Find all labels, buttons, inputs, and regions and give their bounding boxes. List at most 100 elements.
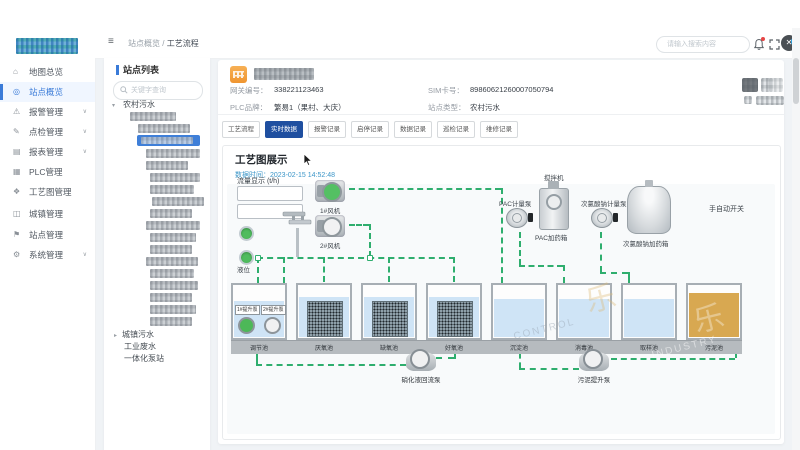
sidebar-item-report-mgmt[interactable]: ▤ 报表管理 ∨: [0, 142, 95, 162]
search-placeholder: 请输入搜索内容: [657, 37, 749, 52]
chevron-down-icon: ∨: [83, 142, 87, 162]
lift-pump-1: [238, 317, 255, 334]
tree-item-blurred[interactable]: [150, 233, 196, 242]
tree-item-blurred[interactable]: [146, 257, 198, 266]
status-light-level: [239, 250, 254, 265]
panel-title-bar: [116, 65, 119, 75]
tree-item-blurred[interactable]: [150, 173, 200, 182]
pipe: [519, 265, 563, 267]
tree-item-selected[interactable]: [137, 135, 200, 146]
site-badge-icon: [230, 66, 247, 83]
breadcrumb-separator: /: [162, 39, 164, 48]
tree-item-industrial-wastewater[interactable]: 工业废水: [124, 341, 156, 352]
map-icon: ⌂: [13, 62, 18, 82]
flow-value-input-1[interactable]: [237, 186, 303, 201]
sidebar-item-map-overview[interactable]: ⌂ 地图总览: [0, 62, 95, 82]
tree-root-label[interactable]: 农村污水: [123, 99, 155, 110]
gateway-id-label: 网关编号：: [230, 85, 268, 96]
chevron-down-icon: ∨: [83, 245, 87, 265]
tree-item-blurred[interactable]: [150, 209, 192, 218]
process-diagram-icon: ❖: [13, 182, 20, 202]
tank-sedimentation: [491, 283, 547, 340]
tank-water: [624, 299, 674, 337]
scrollbar-thumb[interactable]: [793, 58, 799, 104]
header-button-blurred[interactable]: [769, 78, 783, 92]
tab-realtime-data[interactable]: 实时数据: [265, 121, 303, 138]
naclo-coupling: [613, 213, 618, 222]
manifold-drop-pipe: [296, 228, 299, 257]
tank-label-sludge: 污泥池: [686, 343, 742, 352]
site-type-value: 农村污水: [470, 102, 500, 113]
tree-item-blurred[interactable]: [150, 293, 192, 302]
tree-expand-caret[interactable]: ▾: [112, 102, 115, 109]
tank-disinfection: [556, 283, 612, 340]
tree-item-blurred[interactable]: [146, 221, 200, 230]
tank-aerobic: [426, 283, 482, 340]
tab-data-records[interactable]: 数据记录: [394, 121, 432, 138]
tree-collapse-caret[interactable]: ▸: [114, 332, 117, 339]
process-diagram-title: 工艺图展示: [235, 152, 288, 167]
tree-item-blurred[interactable]: [152, 197, 204, 206]
tank-water: [559, 299, 609, 337]
tree-item-blurred[interactable]: [146, 161, 188, 170]
report-icon: ▤: [13, 142, 21, 162]
tree-item-town-sewage[interactable]: 城镇污水: [122, 329, 154, 340]
keyword-search-input[interactable]: 关键字查询: [113, 81, 203, 100]
gateway-id-value: 338221123463: [274, 85, 324, 94]
site-name-blurred: [254, 68, 314, 80]
plc-brand-value: 繁易1（果村、大庆）: [274, 102, 346, 113]
site-overview-icon: ◎: [13, 82, 20, 102]
pipe: [256, 364, 406, 366]
site-mgmt-icon: ⚑: [13, 225, 20, 245]
pipe-node: [255, 255, 261, 261]
header-chip-blurred: [744, 96, 752, 104]
tab-alarm-records[interactable]: 报警记录: [308, 121, 346, 138]
header-button-blurred[interactable]: [742, 78, 758, 92]
pipe: [256, 353, 258, 364]
tree-item-blurred[interactable]: [130, 112, 176, 121]
site-badge-glyph: [233, 71, 244, 78]
app-logo: [16, 38, 78, 54]
tree-item-blurred[interactable]: [150, 305, 196, 314]
tab-repair-records[interactable]: 维修记录: [480, 121, 518, 138]
pipe: [519, 232, 521, 265]
tab-inspection-records[interactable]: 巡检记录: [437, 121, 475, 138]
sidebar-item-alarm-mgmt[interactable]: ⚠ 报警管理 ∨: [0, 102, 95, 122]
pac-coupling: [528, 213, 533, 222]
sludge-pump-label: 污泥提升泵: [564, 374, 624, 384]
tree-item-blurred[interactable]: [146, 149, 200, 158]
tab-process-flow[interactable]: 工艺流程: [222, 121, 260, 138]
sidebar-item-town-mgmt[interactable]: ◫ 城镇管理: [0, 204, 95, 224]
tree-item-blurred[interactable]: [150, 185, 194, 194]
fullscreen-icon[interactable]: [769, 39, 780, 50]
breadcrumb-section[interactable]: 站点概览: [128, 39, 160, 48]
sidebar-item-site-mgmt[interactable]: ⚑ 站点管理: [0, 225, 95, 245]
sidebar: ⌂ 地图总览 ◎ 站点概览 ⚠ 报警管理 ∨ ✎ 点检管理 ∨ ▤ 报表管理 ∨…: [0, 28, 96, 450]
sidebar-item-site-overview[interactable]: ◎ 站点概览: [0, 82, 95, 102]
tree-item-blurred[interactable]: [150, 317, 192, 326]
tree-item-blurred[interactable]: [150, 245, 192, 254]
sim-value: 89860621260007050794: [470, 85, 553, 94]
inspection-icon: ✎: [13, 122, 20, 142]
lift-pump-2: [264, 317, 281, 334]
fan-2-blade: [322, 217, 342, 237]
tree-item-blurred[interactable]: [138, 124, 190, 133]
global-search-input[interactable]: 请输入搜索内容: [656, 36, 750, 53]
sidebar-item-system-mgmt[interactable]: ⚙ 系统管理 ∨: [0, 245, 95, 265]
sidebar-collapse-icon[interactable]: ≡: [108, 36, 114, 47]
pipe: [563, 265, 565, 283]
system-icon: ⚙: [13, 245, 20, 265]
process-diagram-card: 工艺图展示 数据时间：2023-02-15 14:52:48 流量显示 (t/h…: [222, 145, 781, 440]
notification-badge: [761, 37, 765, 41]
sidebar-item-inspection-mgmt[interactable]: ✎ 点检管理 ∨: [0, 122, 95, 142]
sludge-pump: [579, 348, 609, 372]
sidebar-item-process-diagram-mgmt[interactable]: ❖ 工艺图管理: [0, 182, 95, 202]
tree-item-blurred[interactable]: [150, 281, 198, 290]
top-header: ≡ 站点概览 / 工艺流程 请输入搜索内容 ✕: [95, 28, 800, 59]
tree-item-blurred[interactable]: [150, 269, 194, 278]
alarm-icon: ⚠: [13, 102, 20, 122]
sidebar-item-plc-mgmt[interactable]: ▦ PLC管理: [0, 162, 95, 182]
tab-startstop-records[interactable]: 启停记录: [351, 121, 389, 138]
pipe: [519, 353, 521, 368]
tree-item-integrated-pump-station[interactable]: 一体化泵站: [124, 353, 164, 364]
